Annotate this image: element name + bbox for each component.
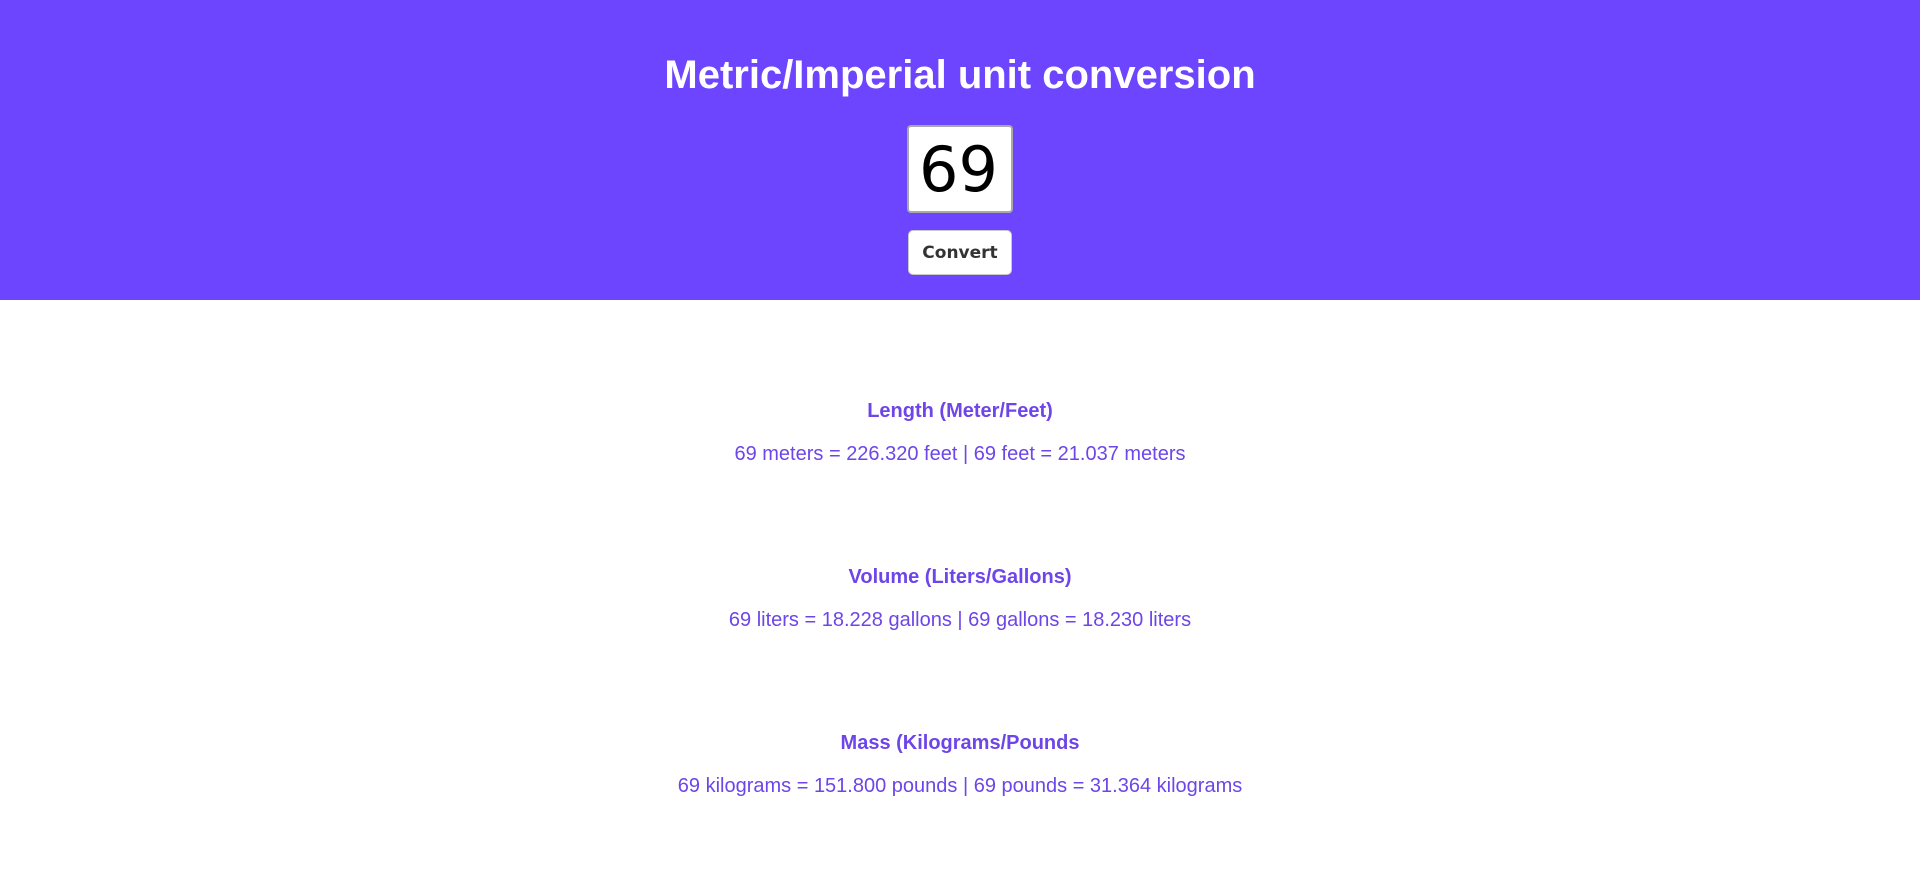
volume-section: Volume (Liters/Gallons) 69 liters = 18.2… <box>0 565 1920 632</box>
mass-result: 69 kilograms = 151.800 pounds | 69 pound… <box>677 775 1243 797</box>
number-input[interactable] <box>907 125 1013 213</box>
mass-heading: Mass (Kilograms/Pounds <box>840 732 1080 754</box>
length-result: 69 meters = 226.320 feet | 69 feet = 21.… <box>734 443 1186 465</box>
page-title: Metric/Imperial unit conversion <box>664 53 1256 97</box>
convert-button[interactable]: Convert <box>908 230 1012 275</box>
header-banner: Metric/Imperial unit conversion Convert <box>0 0 1920 300</box>
mass-section: Mass (Kilograms/Pounds 69 kilograms = 15… <box>0 731 1920 798</box>
length-section: Length (Meter/Feet) 69 meters = 226.320 … <box>0 399 1920 466</box>
volume-result: 69 liters = 18.228 gallons | 69 gallons … <box>728 609 1192 631</box>
length-heading: Length (Meter/Feet) <box>867 400 1053 422</box>
volume-heading: Volume (Liters/Gallons) <box>848 566 1072 588</box>
